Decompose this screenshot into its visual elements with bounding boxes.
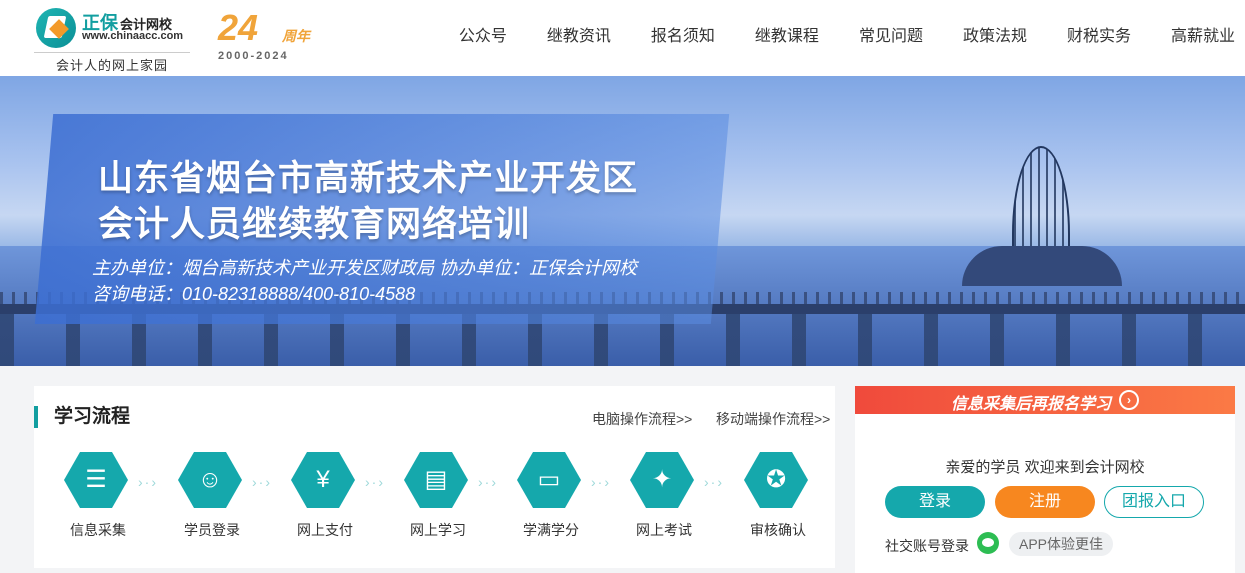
step-arrow-icon: ›·› — [591, 474, 611, 490]
step-label: 学员登录 — [184, 522, 240, 538]
process-steps: ☰ 信息采集 ›·› ☺ 学员登录 ›·› ¥ 网上支付 ›·› ▤ 网上学习 … — [60, 450, 820, 550]
info-collect-banner[interactable]: 信息采集后再报名学习 › — [855, 386, 1235, 414]
study-process-card: 学习流程 电脑操作流程>> 移动端操作流程>> ☰ 信息采集 ›·› ☺ 学员登… — [34, 386, 835, 568]
thumbs-up-icon: ✦ — [630, 452, 694, 508]
step-label: 网上支付 — [297, 522, 353, 538]
login-panel: 信息采集后再报名学习 › 亲爱的学员 欢迎来到会计网校 登录 注册 团报入口 社… — [855, 386, 1235, 573]
social-login-label: 社交账号登录 — [885, 538, 969, 554]
pc-guide-link[interactable]: 电脑操作流程>> — [592, 409, 692, 429]
info-collect-banner-text: 信息采集后再报名学习 — [951, 396, 1112, 413]
nav-item-wechat[interactable]: 公众号 — [459, 22, 507, 46]
step-label: 学满学分 — [523, 522, 579, 538]
logo-badge-icon — [36, 8, 76, 48]
step-label: 信息采集 — [70, 522, 126, 538]
group-enroll-button[interactable]: 团报入口 — [1104, 486, 1204, 518]
mobile-guide-link[interactable]: 移动端操作流程>> — [716, 409, 830, 429]
step-arrow-icon: ›·› — [365, 474, 385, 490]
anniversary-years: 2000-2024 — [218, 50, 289, 62]
step-info-collect[interactable]: ☰ 信息采集 — [60, 450, 136, 550]
banner-landmark — [962, 146, 1122, 286]
hero-banner: 山东省烟台市高新技术产业开发区 会计人员继续教育网络培训 主办单位：烟台高新技术… — [0, 76, 1245, 366]
nav-item-faq[interactable]: 常见问题 — [859, 22, 923, 46]
step-exam[interactable]: ✦ 网上考试 — [626, 450, 702, 550]
step-login[interactable]: ☺ 学员登录 — [174, 450, 250, 550]
monitor-icon: ▭ — [517, 452, 581, 508]
register-button[interactable]: 注册 — [995, 486, 1095, 518]
step-credits[interactable]: ▭ 学满学分 — [513, 450, 589, 550]
banner-contact: 咨询电话：010-82318888/400-810-4588 — [92, 284, 416, 304]
step-arrow-icon: ›·› — [252, 474, 272, 490]
app-promo-tag[interactable]: APP体验更佳 — [1009, 532, 1114, 556]
step-label: 审核确认 — [750, 522, 806, 538]
welcome-text: 亲爱的学员 欢迎来到会计网校 — [945, 459, 1145, 476]
step-label: 网上学习 — [410, 522, 466, 538]
anniversary-unit: 周年 — [282, 28, 310, 44]
nav-item-jobs[interactable]: 高薪就业 — [1171, 22, 1235, 46]
user-check-icon: ☺ — [178, 452, 242, 508]
nav-item-policy[interactable]: 政策法规 — [963, 22, 1027, 46]
anniversary-badge: 24 周年 2000-2024 — [218, 8, 328, 64]
chevron-right-icon: › — [1119, 390, 1139, 410]
nav-item-tax[interactable]: 财税实务 — [1067, 22, 1131, 46]
anniversary-number: 24 — [218, 7, 259, 48]
site-logo[interactable]: 正保 会计网校 www.chinaacc.com 会计人的网上家园 — [34, 6, 194, 74]
study-process-title: 学习流程 — [34, 406, 130, 428]
nav-item-news[interactable]: 继教资讯 — [547, 22, 611, 46]
logo-slogan: 会计人的网上家园 — [34, 52, 190, 74]
step-arrow-icon: ›·› — [478, 474, 498, 490]
step-arrow-icon: ›·› — [138, 474, 158, 490]
step-arrow-icon: ›·› — [704, 474, 724, 490]
landmark-base — [962, 246, 1122, 286]
site-header: 正保 会计网校 www.chinaacc.com 会计人的网上家园 24 周年 2… — [0, 0, 1245, 76]
nav-item-enroll-notice[interactable]: 报名须知 — [651, 22, 715, 46]
wechat-icon[interactable] — [977, 532, 999, 554]
step-label: 网上考试 — [636, 522, 692, 538]
landmark-dome — [1012, 146, 1070, 256]
banner-title-line1: 山东省烟台市高新技术产业开发区 — [98, 159, 639, 198]
step-payment[interactable]: ¥ 网上支付 — [287, 450, 363, 550]
banner-organizer: 主办单位：烟台高新技术产业开发区财政局 协办单位：正保会计网校 — [92, 258, 637, 278]
study-card-icon: ▤ — [404, 452, 468, 508]
main-nav: 公众号 继教资讯 报名须知 继教课程 常见问题 政策法规 财税实务 高薪就业 — [419, 22, 1235, 46]
nav-item-courses[interactable]: 继教课程 — [755, 22, 819, 46]
medal-icon: ✪ — [744, 452, 808, 508]
step-review[interactable]: ✪ 审核确认 — [740, 450, 816, 550]
form-icon: ☰ — [64, 452, 128, 508]
logo-url: www.chinaacc.com — [82, 30, 184, 42]
banner-title-line2: 会计人员继续教育网络培训 — [98, 205, 531, 244]
login-button[interactable]: 登录 — [885, 486, 985, 518]
money-bag-icon: ¥ — [291, 452, 355, 508]
step-study[interactable]: ▤ 网上学习 — [400, 450, 476, 550]
